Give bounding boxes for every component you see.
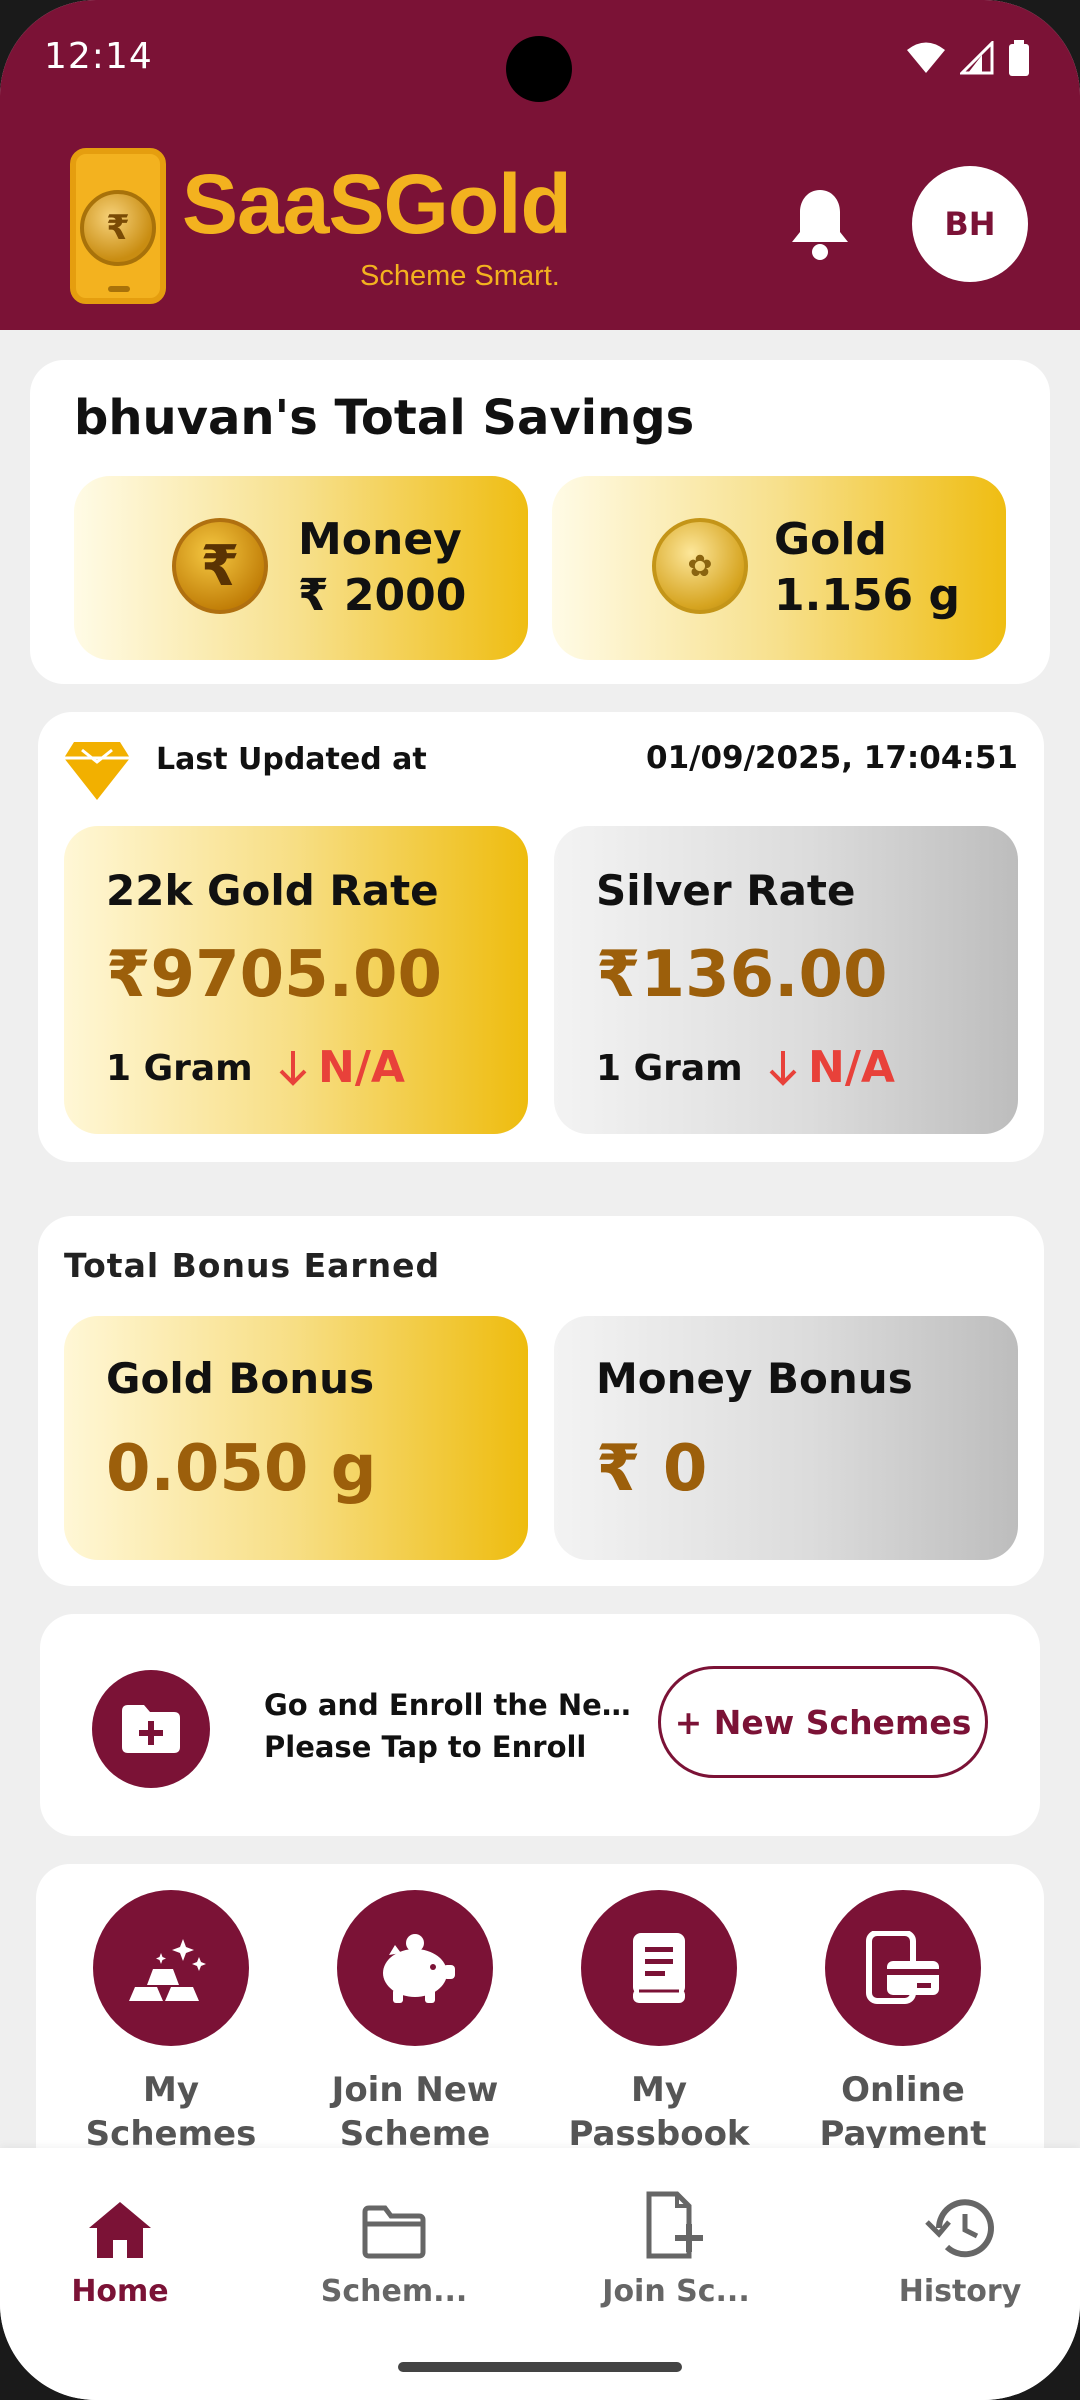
money-value: ₹ 2000 [298, 570, 467, 621]
quick-action-my-schemes[interactable]: My Schemes [76, 1890, 266, 2156]
rupee-coin-icon: ₹ [80, 190, 156, 266]
status-icons [906, 40, 1030, 76]
silver-rate-tile: Silver Rate ₹136.00 1 Gram N/A [554, 826, 1018, 1134]
gold-bonus-title: Gold Bonus [106, 1354, 375, 1403]
nav-home[interactable]: Home [20, 2186, 220, 2309]
status-bar: 12:14 [0, 0, 1080, 120]
camera-cutout [506, 36, 572, 102]
money-savings-pill[interactable]: ₹ Money ₹ 2000 [74, 476, 528, 660]
app-logo: ₹ SaaSGold Scheme Smart. [70, 148, 572, 304]
total-savings-card: bhuvan's Total Savings ₹ Money ₹ 2000 ✿ … [30, 360, 1050, 684]
quick-action-my-passbook[interactable]: My Passbook [564, 1890, 754, 2156]
gold-value: 1.156 g [774, 570, 960, 621]
folder-icon [362, 2205, 426, 2259]
app-tagline: Scheme Smart. [360, 260, 560, 292]
file-add-icon [646, 2191, 703, 2259]
app-header: 12:14 ₹ SaaSGold Scheme Smart. BH [0, 0, 1080, 330]
gold-coin-icon: ✿ [652, 518, 748, 614]
quick-action-label: Join New Scheme [331, 2070, 499, 2154]
phone-screen: 12:14 ₹ SaaSGold Scheme Smart. BH bhuvan… [0, 0, 1080, 2400]
enroll-line-2: Please Tap to Enroll [264, 1730, 587, 1764]
gold-rate-title: 22k Gold Rate [106, 866, 439, 915]
arrow-down-icon [769, 1050, 797, 1086]
gold-bars-icon [93, 1890, 249, 2046]
battery-icon [1009, 40, 1029, 76]
money-bonus-tile: Money Bonus ₹ 0 [554, 1316, 1018, 1560]
nav-schemes-label: Schem... [320, 2274, 468, 2309]
last-updated-label: Last Updated at [156, 742, 427, 777]
rates-card: Last Updated at 01/09/2025, 17:04:51 22k… [38, 712, 1044, 1162]
silver-rate-unit: 1 Gram [596, 1048, 743, 1089]
gold-rate-unit: 1 Gram [106, 1048, 253, 1089]
payment-card-icon [825, 1890, 981, 2046]
status-time: 12:14 [44, 36, 153, 77]
wifi-icon [907, 42, 945, 73]
quick-action-label: My Passbook [568, 2070, 750, 2154]
savings-title: bhuvan's Total Savings [74, 390, 695, 446]
silver-rate-change: N/A [768, 1042, 895, 1093]
quick-actions-card: My Schemes Join New Scheme My Passbook O… [36, 1864, 1044, 2184]
gold-change-text: N/A [318, 1042, 405, 1093]
new-schemes-button[interactable]: + New Schemes [658, 1666, 988, 1778]
notification-bell-icon[interactable] [788, 186, 852, 262]
app-name: SaaSGold [182, 157, 572, 251]
home-icon [89, 2202, 151, 2258]
nav-home-label: Home [71, 2274, 169, 2309]
quick-action-join-new-scheme[interactable]: Join New Scheme [320, 1890, 510, 2156]
gold-savings-pill[interactable]: ✿ Gold 1.156 g [552, 476, 1006, 660]
rupee-coin-icon: ₹ [172, 518, 268, 614]
history-icon [925, 2199, 994, 2258]
nav-history-label: History [898, 2274, 1022, 2309]
piggy-bank-icon [337, 1890, 493, 2046]
nav-join-scheme-label: Join Sc... [602, 2274, 750, 2309]
enroll-text: Go and Enroll the New ... Please Tap to … [264, 1684, 644, 1768]
diamond-icon [64, 742, 130, 800]
bonus-heading: Total Bonus Earned [64, 1246, 441, 1285]
passbook-icon [581, 1890, 737, 2046]
last-updated-value: 01/09/2025, 17:04:51 [646, 740, 1018, 776]
gold-rate-change: N/A [278, 1042, 405, 1093]
money-bonus-value: ₹ 0 [596, 1432, 708, 1506]
gold-rate-tile: 22k Gold Rate ₹9705.00 1 Gram N/A [64, 826, 528, 1134]
quick-action-label: My Schemes [85, 2070, 257, 2154]
logo-phone-icon: ₹ [70, 148, 166, 304]
gold-bonus-tile: Gold Bonus 0.050 g [64, 1316, 528, 1560]
bonus-card: Total Bonus Earned Gold Bonus 0.050 g Mo… [38, 1216, 1044, 1586]
money-bonus-title: Money Bonus [596, 1354, 913, 1403]
gold-label: Gold [774, 514, 887, 565]
folder-add-icon [92, 1670, 210, 1788]
gold-bonus-value: 0.050 g [106, 1432, 377, 1506]
nav-join-scheme[interactable]: Join Sc... [576, 2186, 776, 2309]
arrow-down-icon [279, 1050, 307, 1086]
enroll-line-1: Go and Enroll the New ... [264, 1688, 644, 1722]
enroll-card[interactable]: Go and Enroll the New ... Please Tap to … [40, 1614, 1040, 1836]
home-indicator[interactable] [398, 2362, 682, 2372]
gold-rate-price: ₹9705.00 [106, 938, 443, 1012]
nav-history[interactable]: History [860, 2186, 1060, 2309]
signal-icon [960, 41, 994, 75]
money-label: Money [298, 514, 462, 565]
quick-action-online-payment[interactable]: Online Payment [808, 1890, 998, 2156]
silver-rate-price: ₹136.00 [596, 938, 888, 1012]
silver-rate-title: Silver Rate [596, 866, 856, 915]
user-avatar[interactable]: BH [912, 166, 1028, 282]
silver-change-text: N/A [808, 1042, 895, 1093]
nav-schemes[interactable]: Schem... [294, 2186, 494, 2309]
quick-action-label: Online Payment [819, 2070, 987, 2154]
